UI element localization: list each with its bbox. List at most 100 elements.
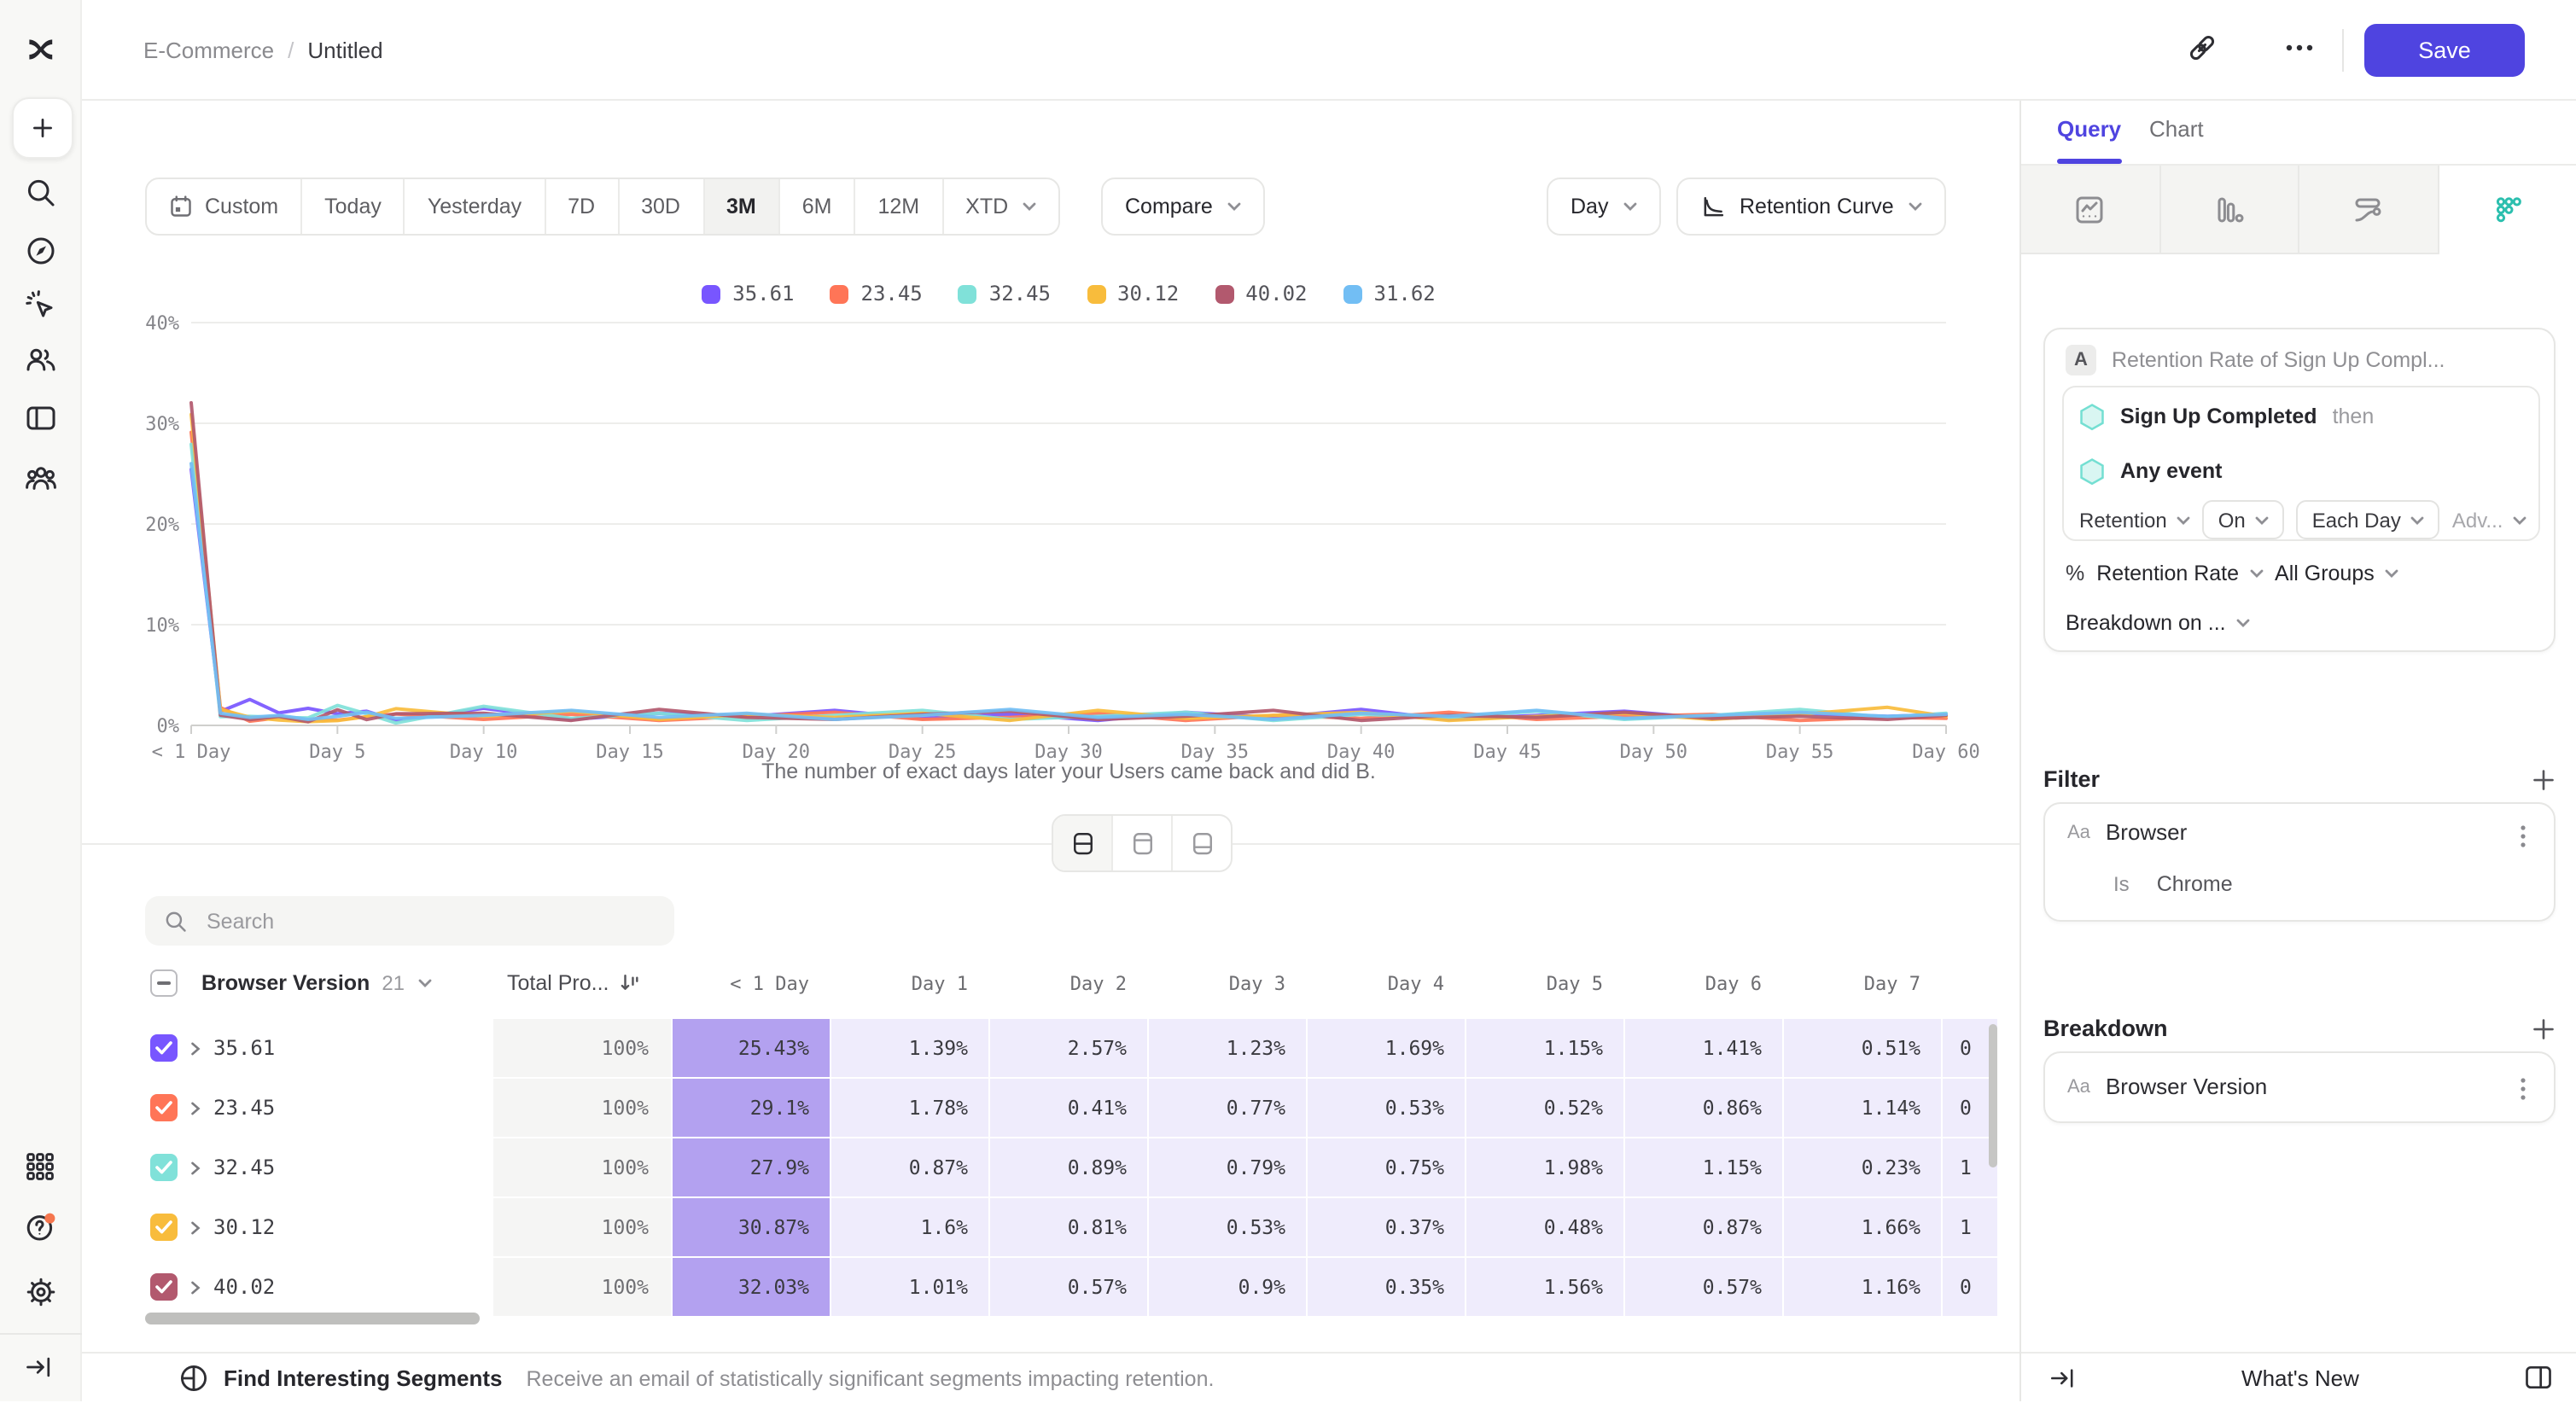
range-7d[interactable]: 7D — [545, 179, 619, 234]
retention-cell[interactable]: 1.56% — [1466, 1258, 1623, 1316]
retention-cell[interactable]: 1.39% — [831, 1019, 988, 1077]
retention-cell[interactable]: 0.53% — [1308, 1079, 1465, 1137]
select-all-checkbox[interactable] — [150, 969, 178, 997]
retention-cell[interactable]: 0.75% — [1308, 1138, 1465, 1196]
day-column-header[interactable]: Day 6 — [1625, 972, 1782, 994]
retention-cell[interactable]: 1.01% — [831, 1258, 988, 1316]
retention-cell[interactable]: 0.52% — [1466, 1079, 1623, 1137]
chevron-down-icon[interactable] — [418, 978, 432, 988]
retention-cell[interactable]: 1.14% — [1784, 1079, 1941, 1137]
retention-line-chart[interactable]: 0%10%20%30%40%< 1 DayDay 5Day 10Day 15Da… — [82, 314, 2019, 771]
day-column-header[interactable]: < 1 Day — [673, 972, 830, 994]
measure-dropdown[interactable]: Retention Rate — [2096, 562, 2263, 585]
event-step-1[interactable]: Sign Up Completed then — [2079, 403, 2374, 431]
retention-cell[interactable]: 0.41% — [990, 1079, 1147, 1137]
retention-cell[interactable]: 25.43% — [673, 1019, 830, 1077]
each-day-dropdown[interactable]: Each Day — [2297, 500, 2440, 539]
search-input[interactable] — [203, 907, 637, 934]
tab-query[interactable]: Query — [2057, 116, 2121, 142]
retention-cell[interactable]: 0.57% — [1625, 1258, 1782, 1316]
row-label[interactable]: 30.12 — [213, 1215, 275, 1239]
retention-cell[interactable]: 1.41% — [1625, 1019, 1782, 1077]
retention-cell[interactable]: 0.87% — [1625, 1198, 1782, 1256]
whats-new-link[interactable]: What's New — [2078, 1365, 2523, 1390]
retention-type-dropdown[interactable]: Retention — [2079, 508, 2191, 532]
row-checkbox[interactable] — [150, 1214, 178, 1241]
legend-item[interactable]: 30.12 — [1087, 282, 1179, 306]
retention-cell[interactable]: 0.87% — [831, 1138, 988, 1196]
collapse-panel-icon[interactable] — [2049, 1363, 2078, 1392]
breadcrumb-report-title[interactable]: Untitled — [307, 38, 382, 63]
retention-cell[interactable]: 0.23% — [1784, 1138, 1941, 1196]
retention-cell[interactable]: 0.86% — [1625, 1079, 1782, 1137]
row-label[interactable]: 40.02 — [213, 1275, 275, 1299]
breakdown-on-dropdown[interactable]: Breakdown on ... — [2066, 611, 2250, 635]
groups-dropdown[interactable]: All Groups — [2275, 562, 2398, 585]
row-checkbox[interactable] — [150, 1154, 178, 1181]
day-column-header[interactable]: Day 1 — [831, 972, 988, 994]
kebab-menu-icon[interactable] — [2511, 1075, 2535, 1103]
add-breakdown-icon[interactable] — [2532, 1016, 2556, 1040]
retention-cell[interactable]: 0.51% — [1784, 1019, 1941, 1077]
retention-cell[interactable]: 1.16% — [1784, 1258, 1941, 1316]
compare-button[interactable]: Compare — [1101, 178, 1266, 236]
retention-cell[interactable]: 1.15% — [1466, 1019, 1623, 1077]
report-tab-funnels[interactable] — [2160, 166, 2299, 254]
breakdown-property[interactable]: Browser Version — [2106, 1074, 2267, 1099]
day-column-header[interactable]: Day 3 — [1149, 972, 1306, 994]
total-column-header[interactable]: Total Pro... — [507, 971, 609, 995]
report-tab-insights[interactable] — [2021, 166, 2160, 254]
mixpanel-logo-icon[interactable] — [24, 32, 58, 67]
copy-link-icon[interactable] — [2185, 31, 2223, 68]
sort-icon[interactable] — [620, 974, 642, 993]
save-button[interactable]: Save — [2364, 24, 2525, 77]
on-dropdown[interactable]: On — [2203, 500, 2285, 539]
filter-card[interactable]: Aa Browser Is Chrome — [2043, 802, 2556, 922]
retention-cell[interactable]: 0.37% — [1308, 1198, 1465, 1256]
retention-cell[interactable]: 1.69% — [1308, 1019, 1465, 1077]
add-filter-icon[interactable] — [2532, 767, 2556, 791]
row-checkbox[interactable] — [150, 1273, 178, 1301]
report-tab-flows[interactable] — [2299, 166, 2439, 254]
legend-item[interactable]: 35.61 — [702, 282, 794, 306]
chart-type-dropdown[interactable]: Retention Curve — [1676, 178, 1947, 236]
day-column-header[interactable]: Day 2 — [990, 972, 1147, 994]
row-label[interactable]: 35.61 — [213, 1036, 275, 1060]
tab-chart[interactable]: Chart — [2149, 116, 2204, 142]
group-column-header[interactable]: Browser Version — [201, 971, 370, 995]
help-icon[interactable] — [24, 1210, 58, 1244]
retention-cell[interactable]: 1.23% — [1149, 1019, 1306, 1077]
range-yesterday[interactable]: Yesterday — [405, 179, 545, 234]
explore-compass-icon[interactable] — [24, 234, 58, 268]
day-column-header[interactable]: Day 4 — [1308, 972, 1465, 994]
table-vertical-scrollbar[interactable] — [1989, 1024, 1997, 1167]
retention-cell[interactable]: 30.87% — [673, 1198, 830, 1256]
row-label[interactable]: 23.45 — [213, 1096, 275, 1120]
retention-cell[interactable]: 1.6% — [831, 1198, 988, 1256]
row-checkbox[interactable] — [150, 1034, 178, 1062]
legend-item[interactable]: 31.62 — [1343, 282, 1436, 306]
granularity-dropdown[interactable]: Day — [1547, 178, 1661, 236]
retention-cell[interactable]: 0.79% — [1149, 1138, 1306, 1196]
range-custom[interactable]: Custom — [147, 179, 302, 234]
events-cursor-icon[interactable] — [24, 288, 58, 323]
range-3m[interactable]: 3M — [704, 179, 780, 234]
chart-only-view-button[interactable] — [1113, 816, 1173, 870]
legend-item[interactable]: 23.45 — [830, 282, 923, 306]
retention-cell[interactable]: 32.03% — [673, 1258, 830, 1316]
more-options-icon[interactable] — [2282, 31, 2320, 68]
retention-cell[interactable]: 0.57% — [990, 1258, 1147, 1316]
layout-panel-icon[interactable] — [2523, 1362, 2554, 1393]
retention-cell[interactable]: 29.1% — [673, 1079, 830, 1137]
range-30d[interactable]: 30D — [619, 179, 704, 234]
day-column-header[interactable]: Day 7 — [1784, 972, 1941, 994]
table-only-view-button[interactable] — [1173, 816, 1231, 870]
retention-cell[interactable]: 0.89% — [990, 1138, 1147, 1196]
boards-icon[interactable] — [24, 401, 58, 435]
day-column-header[interactable]: Day 5 — [1466, 972, 1623, 994]
search-nav-icon[interactable] — [24, 176, 58, 210]
cohorts-icon[interactable] — [24, 463, 58, 497]
range-12m[interactable]: 12M — [856, 179, 944, 234]
retention-cell[interactable]: 0.48% — [1466, 1198, 1623, 1256]
kebab-menu-icon[interactable] — [2511, 823, 2535, 850]
